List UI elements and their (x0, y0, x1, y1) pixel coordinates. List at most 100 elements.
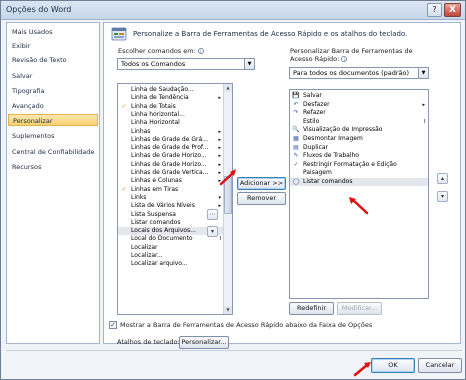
customize-keyboard-button[interactable]: Personalizar... (179, 336, 229, 349)
keyboard-shortcuts-label: Atalhos de teclado: (117, 338, 180, 346)
scroll-up-icon[interactable]: ▲ (224, 84, 232, 92)
command-label: Linhas de Grade de Grá... (131, 135, 208, 143)
title-bar[interactable]: Opções do Word ? X (1, 1, 465, 20)
options-dialog: Opções do Word ? X Mais Usados Exibir Re… (0, 0, 466, 380)
right-command-item[interactable]: 🔍 Visualização de Impressão (290, 126, 428, 134)
command-label: Linhas de Grade Horizo... (131, 160, 207, 168)
sidebar-item-exibir[interactable]: Exibir (12, 40, 30, 52)
left-command-item[interactable]: Linha Horizontal (118, 119, 224, 127)
left-command-item[interactable]: Linhas ▸ (118, 128, 224, 136)
left-command-item[interactable]: Localizar (118, 244, 224, 252)
command-label: Localizar arquivo... (131, 260, 188, 268)
sidebar-item-revisao[interactable]: Revisão de Texto (12, 54, 67, 66)
left-command-item[interactable]: Localizar... (118, 252, 224, 260)
sidebar-item-tipografia[interactable]: Tipografia (12, 85, 45, 97)
footer-separator (6, 350, 462, 351)
sidebar-item-avancado[interactable]: Avançado (12, 100, 44, 112)
left-command-item[interactable]: Linha de Tendência ▸ (118, 94, 224, 102)
command-icon (120, 211, 128, 219)
command-icon: ✓ (121, 102, 127, 110)
command-icon (120, 152, 128, 160)
qat-scope-dropdown[interactable]: Para todos os documentos (padrão) ▼ (289, 67, 429, 79)
left-dropdown-button[interactable]: ▾ (207, 226, 218, 237)
chevron-down-icon[interactable]: ▼ (244, 59, 254, 69)
scroll-down-icon[interactable]: ▼ (224, 306, 232, 314)
right-command-item[interactable]: ✎ Fluxos de Trabalho (290, 152, 428, 160)
command-label: Salvar (303, 92, 322, 99)
command-icon (120, 252, 128, 260)
left-command-item[interactable]: Linhas de Grade Horizo... ▸ (118, 152, 224, 160)
command-icon: ✓ (293, 160, 299, 168)
command-icon: ↷ (293, 109, 299, 117)
left-command-item[interactable]: Linhas de Grade de Prof... ▸ (118, 144, 224, 152)
command-label: Locais dos Arquivos... (131, 227, 196, 235)
window-title: Opções do Word (6, 5, 72, 14)
help-button[interactable]: ? (427, 3, 442, 17)
ok-button[interactable]: OK (371, 358, 415, 373)
left-command-item[interactable]: Linhas de Grade Horizo... ▸ (118, 161, 224, 169)
move-up-button[interactable]: ▴ (437, 173, 448, 184)
right-command-item[interactable]: 💾 Salvar (290, 92, 428, 100)
left-command-item[interactable]: ✓ Linha de Totais (118, 103, 224, 111)
right-command-item[interactable]: ↷ Refazer (290, 109, 428, 117)
left-command-item[interactable]: Linha de Saudação... (118, 86, 224, 94)
right-command-item[interactable]: ▦ Desmontar Imagem (290, 135, 428, 143)
right-command-item[interactable]: ▤ Duplicar (290, 144, 428, 152)
command-icon (292, 118, 300, 126)
right-command-item[interactable]: Estilo I (290, 118, 428, 126)
command-icon: ✓ (121, 185, 127, 193)
left-command-item[interactable]: Linha horizontal... (118, 111, 224, 119)
sidebar-item-suplementos[interactable]: Suplementos (12, 130, 55, 142)
command-label: Localizar (131, 243, 158, 251)
right-command-item[interactable]: ◯ Listar comandos (290, 178, 428, 187)
command-icon (120, 94, 128, 102)
command-icon (120, 86, 128, 94)
submenu-indicator-icon: ▸ (218, 203, 221, 210)
command-label: Linha Horizontal (131, 119, 180, 127)
command-icon (120, 194, 128, 202)
command-label: Desfazer (303, 100, 330, 108)
right-command-item[interactable]: ✓ Restringir Formatação e Edição (290, 161, 428, 169)
move-down-button[interactable]: ▾ (437, 191, 448, 202)
sidebar-item-recursos[interactable]: Recursos (12, 161, 41, 173)
modify-button[interactable]: Modificar... (337, 302, 382, 315)
command-label: Desmontar Imagem (303, 135, 363, 142)
left-command-item[interactable]: Linhas de Grade Vertica... ▸ (118, 169, 224, 177)
available-commands-list[interactable]: Linha de Saudação... Linha de Tendência ▸ ✓… (117, 83, 233, 315)
choose-commands-value: Todos os Comandos (121, 60, 186, 68)
left-list-scrollbar[interactable]: ▲ ▼ (223, 84, 232, 314)
chevron-down-icon[interactable]: ▼ (418, 68, 428, 78)
remove-button[interactable]: Remover (237, 192, 286, 205)
choose-commands-dropdown[interactable]: Todos os Comandos ▼ (117, 58, 255, 70)
sidebar-item-mais-usados[interactable]: Mais Usados (12, 26, 52, 38)
left-command-item[interactable]: Linhas e Colunas ▸ (118, 177, 224, 185)
submenu-indicator-icon: ▸ (218, 136, 221, 143)
customize-toolbar-icon (111, 27, 127, 41)
submenu-indicator-icon: ▸ (218, 128, 221, 135)
command-icon (120, 219, 128, 227)
reset-button[interactable]: Redefinir (289, 302, 334, 315)
command-icon (120, 128, 128, 136)
qat-commands-list[interactable]: 💾 Salvar ↶ Desfazer ▸ ↷ Refazer Estilo I 🔍 Visuali… (289, 89, 429, 299)
content-pane: Personalize a Barra de Ferramentas de Ac… (103, 22, 461, 349)
command-icon (120, 244, 128, 252)
left-command-item[interactable]: Localizar arquivo... (118, 260, 224, 268)
command-label: Linha horizontal... (131, 110, 185, 118)
sidebar-item-personalizar[interactable]: Personalizar (8, 114, 98, 126)
command-label: Listar comandos (303, 178, 353, 185)
cancel-button[interactable]: Cancelar (418, 358, 462, 373)
command-label: Localizar... (131, 252, 163, 259)
left-command-item[interactable]: ✓ Linhas em Tiras (118, 186, 224, 194)
show-qat-below-checkbox[interactable]: ✓ (109, 321, 117, 329)
command-icon (120, 235, 128, 243)
left-more-button[interactable]: ⋯ (207, 209, 218, 220)
close-button[interactable]: X (444, 3, 461, 17)
add-button[interactable]: Adicionar >> (237, 177, 286, 190)
left-command-item[interactable]: Links ▾ (118, 194, 224, 202)
left-command-item[interactable]: Linhas de Grade de Grá... ▸ (118, 136, 224, 144)
sidebar-item-salvar[interactable]: Salvar (12, 70, 32, 82)
right-command-item[interactable]: ↶ Desfazer ▸ (290, 101, 428, 109)
command-icon (120, 260, 128, 268)
sidebar-item-central-confiabilidade[interactable]: Central de Confiabilidade (12, 146, 94, 158)
right-command-item[interactable]: Paisagem (290, 169, 428, 177)
